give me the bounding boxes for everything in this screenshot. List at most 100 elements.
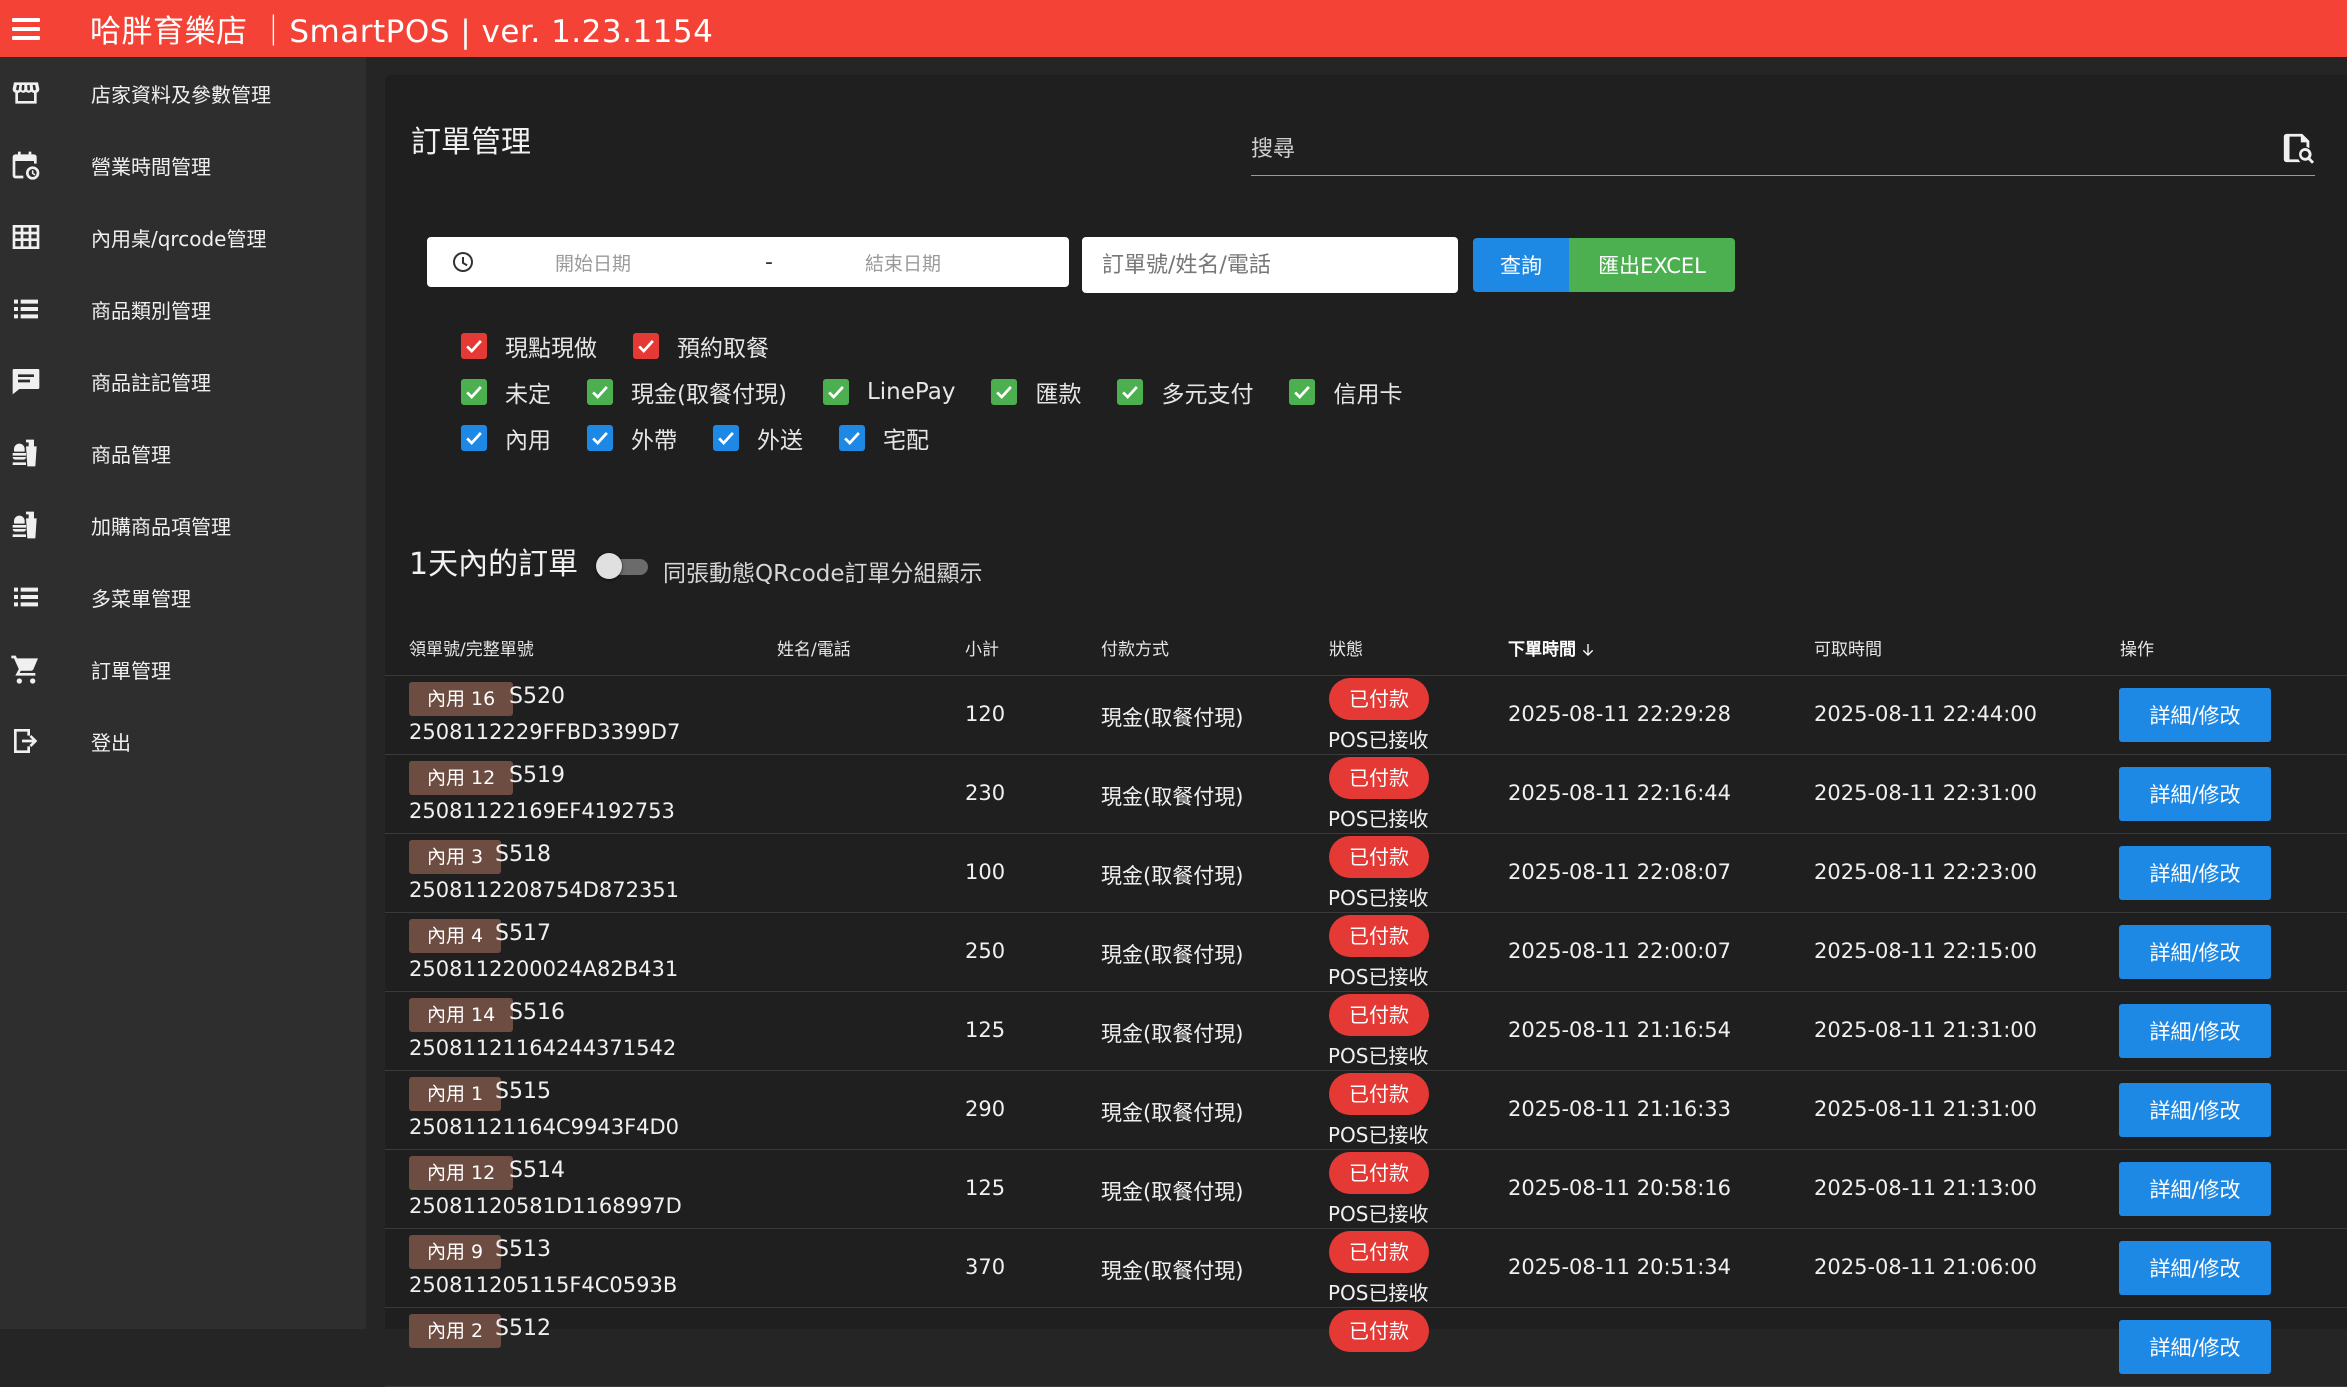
checkmark-icon[interactable]: [822, 379, 849, 405]
table-body: 內用 16 S520 2508112229FFBD3399D7 120 現金(取餐付現)…: [385, 676, 2347, 1387]
dine-checkbox-3[interactable]: 宅配: [839, 421, 929, 455]
checkmark-icon[interactable]: [839, 425, 865, 451]
group-qrcode-toggle[interactable]: [596, 553, 652, 579]
date-separator: -: [765, 249, 773, 275]
detail-edit-button[interactable]: 詳細/修改: [2119, 925, 2271, 979]
checkbox-label: 宅配: [883, 428, 929, 454]
order-type-checkbox-1[interactable]: 預約取餐: [633, 329, 769, 363]
sidebar-item-5[interactable]: 商品管理: [0, 417, 366, 489]
order-time: 2025-08-11 20:51:34: [1508, 1255, 1732, 1279]
table-row: 內用 16 S520 2508112229FFBD3399D7 120 現金(取餐付現)…: [385, 676, 2347, 755]
detail-edit-button[interactable]: 詳細/修改: [2119, 1083, 2271, 1137]
sidebar-item-label: 內用桌/qrcode管理: [91, 226, 267, 251]
col-order-time[interactable]: 下單時間: [1508, 635, 1596, 660]
paid-status-badge: 已付款: [1329, 1073, 1429, 1115]
checkmark-icon[interactable]: [461, 425, 487, 451]
col-subtotal[interactable]: 小計: [965, 635, 999, 660]
table-row: 內用 12 S519 25081122169EF4192753 230 現金(取餐付現)…: [385, 755, 2347, 834]
date-range-picker[interactable]: 開始日期 - 結束日期: [427, 237, 1069, 287]
table-badge: 內用 12: [409, 1156, 514, 1190]
dine-filters: 內用 外帶 外送 宅配: [461, 421, 965, 455]
order-time: 2025-08-11 20:58:16: [1508, 1176, 1732, 1200]
order-type-checkbox-0[interactable]: 現點現做: [461, 329, 597, 363]
payment-checkbox-1[interactable]: 現金(取餐付現): [587, 375, 787, 409]
table-row: 內用 2 S512 已付款 詳細/修改: [385, 1308, 2347, 1387]
pos-status: POS已接收: [1328, 1202, 1429, 1226]
search-field: [1251, 123, 2315, 176]
dine-checkbox-0[interactable]: 內用: [461, 421, 551, 455]
payment-checkbox-3[interactable]: 匯款: [991, 375, 1081, 409]
checkmark-icon[interactable]: [587, 425, 613, 451]
paid-status-badge: 已付款: [1329, 757, 1429, 799]
checkmark-icon[interactable]: [713, 425, 739, 451]
subtotal: 250: [965, 939, 1006, 963]
sidebar-item-label: 加購商品項管理: [91, 514, 231, 539]
short-order-no: S513: [495, 1237, 551, 1262]
sidebar-item-4[interactable]: 商品註記管理: [0, 345, 366, 417]
payment-method: 現金(取餐付現): [1101, 864, 1244, 888]
food-icon: [9, 436, 43, 470]
dine-checkbox-1[interactable]: 外帶: [587, 421, 677, 455]
col-name-phone[interactable]: 姓名/電話: [777, 635, 851, 660]
checkmark-icon[interactable]: [991, 379, 1018, 405]
col-order-no[interactable]: 領單號/完整單號: [409, 635, 534, 660]
col-status[interactable]: 狀態: [1329, 635, 1363, 660]
checkmark-icon[interactable]: [461, 379, 487, 405]
checkbox-label: 現金(取餐付現): [631, 382, 787, 408]
full-order-no: 2508112208754D872351: [409, 878, 680, 902]
store-icon: [9, 76, 43, 110]
payment-checkbox-2[interactable]: LinePay: [822, 379, 955, 405]
cart-icon: [9, 652, 43, 686]
keyword-input[interactable]: [1082, 237, 1458, 293]
checkbox-label: 多元支付: [1161, 382, 1254, 408]
export-excel-button[interactable]: 匯出EXCEL: [1569, 238, 1735, 292]
paid-status-badge: 已付款: [1329, 1231, 1429, 1273]
dine-checkbox-2[interactable]: 外送: [713, 421, 803, 455]
paid-status-badge: 已付款: [1329, 1310, 1429, 1352]
query-button[interactable]: 查詢: [1473, 238, 1569, 292]
payment-checkbox-0[interactable]: 未定: [461, 375, 551, 409]
sidebar-item-3[interactable]: 商品類別管理: [0, 273, 366, 345]
sidebar-item-8[interactable]: 訂單管理: [0, 633, 366, 705]
detail-edit-button[interactable]: 詳細/修改: [2119, 767, 2271, 821]
full-order-no: 25081120581D1168997D: [409, 1194, 682, 1218]
main-panel: 訂單管理 開始日期 - 結束日期 查詢 匯出EXCEL 現點現做預約取餐 未定現…: [385, 75, 2347, 1387]
order-time: 2025-08-11 22:16:44: [1508, 781, 1732, 805]
sidebar-item-2[interactable]: 內用桌/qrcode管理: [0, 201, 366, 273]
sidebar-item-6[interactable]: 加購商品項管理: [0, 489, 366, 561]
full-order-no: 2508112229FFBD3399D7: [409, 720, 681, 744]
end-date-input[interactable]: 結束日期: [865, 249, 941, 276]
full-order-no: 250811205115F4C0593B: [409, 1273, 678, 1297]
payment-method: 現金(取餐付現): [1101, 943, 1244, 967]
checkmark-icon[interactable]: [461, 333, 487, 359]
menu-icon[interactable]: [12, 17, 40, 40]
detail-edit-button[interactable]: 詳細/修改: [2119, 1004, 2271, 1058]
search-document-icon[interactable]: [2281, 131, 2315, 165]
sidebar-item-7[interactable]: 多菜單管理: [0, 561, 366, 633]
pos-status: POS已接收: [1328, 807, 1429, 831]
detail-edit-button[interactable]: 詳細/修改: [2119, 1320, 2271, 1374]
payment-checkbox-5[interactable]: 信用卡: [1289, 375, 1402, 409]
checkmark-icon[interactable]: [1289, 379, 1316, 405]
detail-edit-button[interactable]: 詳細/修改: [2119, 1241, 2271, 1295]
short-order-no: S518: [495, 842, 551, 867]
detail-edit-button[interactable]: 詳細/修改: [2119, 846, 2271, 900]
checkmark-icon[interactable]: [1117, 379, 1144, 405]
checkmark-icon[interactable]: [587, 379, 613, 405]
subtotal: 230: [965, 781, 1006, 805]
table-row: 內用 1 S515 25081121164C9943F4D0 290 現金(取餐付現) 已…: [385, 1071, 2347, 1150]
table-badge: 內用 9: [409, 1235, 502, 1269]
sidebar-item-9[interactable]: 登出: [0, 705, 366, 777]
payment-method: 現金(取餐付現): [1101, 1022, 1244, 1046]
sidebar-item-1[interactable]: 營業時間管理: [0, 129, 366, 201]
col-pickup-time[interactable]: 可取時間: [1814, 635, 1882, 660]
checkmark-icon[interactable]: [633, 333, 659, 359]
detail-edit-button[interactable]: 詳細/修改: [2119, 688, 2271, 742]
payment-checkbox-4[interactable]: 多元支付: [1117, 375, 1253, 409]
start-date-input[interactable]: 開始日期: [555, 249, 775, 276]
col-payment[interactable]: 付款方式: [1101, 635, 1169, 660]
checkbox-label: 外送: [757, 428, 803, 454]
search-input[interactable]: [1251, 123, 2233, 175]
sidebar-item-0[interactable]: 店家資料及參數管理: [0, 57, 366, 129]
detail-edit-button[interactable]: 詳細/修改: [2119, 1162, 2271, 1216]
